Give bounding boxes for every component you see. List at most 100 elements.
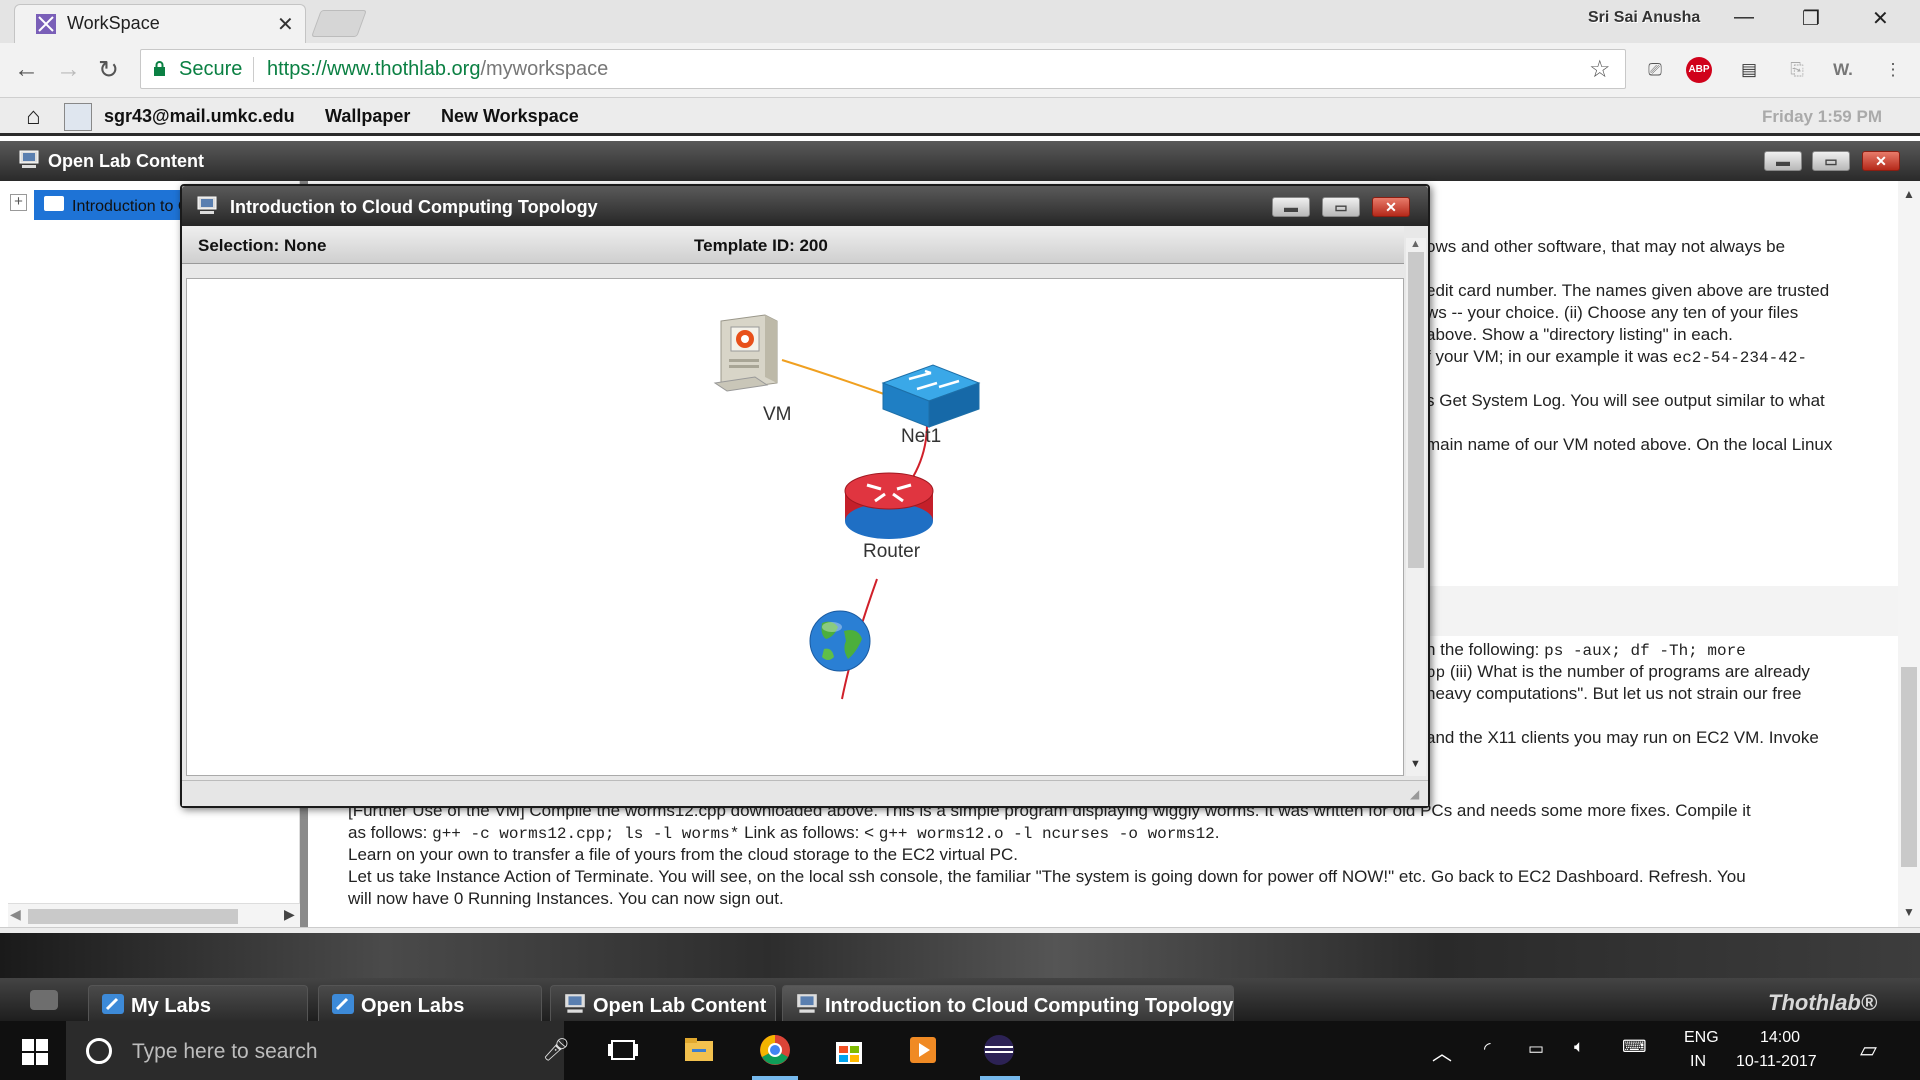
- bookmark-star-icon[interactable]: ☆: [1589, 55, 1611, 84]
- file-explorer-icon[interactable]: [682, 1033, 716, 1067]
- minimize-icon: ▬: [1284, 199, 1298, 215]
- topology-footer: ◢: [182, 780, 1428, 806]
- content-line: will now have 0 Running Instances. You c…: [348, 889, 784, 908]
- network-switch-icon[interactable]: [879, 361, 983, 431]
- taskbar-time[interactable]: 14:00: [1760, 1029, 1800, 1047]
- task-open-lab-content[interactable]: Open Lab Content: [550, 985, 776, 1021]
- menu-icon[interactable]: ⋮: [1878, 55, 1908, 85]
- language-top[interactable]: ENG: [1684, 1029, 1719, 1047]
- avatar[interactable]: [64, 103, 92, 131]
- scroll-thumb[interactable]: [1408, 252, 1424, 568]
- close-window-icon[interactable]: ✕: [1872, 6, 1889, 31]
- scroll-left-icon[interactable]: ◀: [10, 906, 21, 923]
- scroll-down-icon[interactable]: ▼: [1903, 905, 1915, 919]
- scroll-up-icon[interactable]: ▲: [1903, 187, 1915, 201]
- store-icon[interactable]: [832, 1033, 866, 1067]
- content-vertical-scrollbar[interactable]: ▲ ▼: [1898, 181, 1920, 927]
- content-text: f your VM; in our example it was: [1426, 347, 1673, 366]
- content-line: edit card number. The names given above …: [1426, 281, 1830, 300]
- code-block: [1424, 586, 1898, 636]
- wifi-icon[interactable]: ◜: [1484, 1039, 1491, 1059]
- router-icon[interactable]: [841, 469, 937, 545]
- link-vm-net1[interactable]: [781, 359, 885, 395]
- new-workspace-menu[interactable]: New Workspace: [441, 106, 579, 127]
- tree-horizontal-scrollbar[interactable]: ◀ ▶: [8, 903, 300, 927]
- task-my-labs[interactable]: My Labs: [88, 985, 308, 1021]
- language-bottom[interactable]: IN: [1690, 1053, 1706, 1071]
- task-label: My Labs: [131, 995, 212, 1017]
- show-hidden-icons-chevron-icon[interactable]: ︿: [1432, 1037, 1452, 1066]
- topo-maximize-button[interactable]: ▭: [1322, 197, 1360, 217]
- content-text: n the following:: [1426, 640, 1545, 659]
- back-icon[interactable]: ←: [14, 55, 39, 84]
- content-line: ws -- your choice. (ii) Choose any ten o…: [1426, 303, 1799, 322]
- topology-vertical-scrollbar[interactable]: ▲ ▼: [1406, 238, 1426, 776]
- task-topology[interactable]: Introduction to Cloud Computing Topology: [782, 985, 1234, 1021]
- browser-title-bar: WorkSpace ✕ Sri Sai Anusha — ❐ ✕: [0, 0, 1920, 43]
- task-view-icon[interactable]: [606, 1033, 640, 1067]
- volume-icon[interactable]: 🔈︎: [1574, 1037, 1584, 1057]
- internet-globe-icon[interactable]: [808, 609, 872, 673]
- folder-icon: [44, 196, 64, 211]
- adblock-icon[interactable]: ABP: [1686, 57, 1712, 83]
- browser-toolbar: ← → ↻ Secure https://www.thothlab.org/my…: [0, 43, 1920, 98]
- thothlab-start-icon[interactable]: [30, 990, 58, 1010]
- scroll-right-icon[interactable]: ▶: [284, 906, 295, 923]
- open-lab-content-titlebar[interactable]: Open Lab Content ▬ ▭ ✕: [0, 141, 1920, 181]
- selection-status: Selection: None: [198, 236, 327, 255]
- windows-start-icon[interactable]: [22, 1039, 48, 1065]
- computer-window-icon: [19, 150, 39, 168]
- media-player-icon[interactable]: [906, 1033, 940, 1067]
- eclipse-icon[interactable]: [982, 1033, 1016, 1067]
- content-code: g++ worms12.o -l ncurses -o worms12: [878, 825, 1215, 843]
- minimize-window-icon[interactable]: —: [1734, 6, 1754, 29]
- olc-maximize-button[interactable]: ▭: [1812, 151, 1850, 171]
- wallpaper-menu[interactable]: Wallpaper: [325, 106, 410, 127]
- olc-close-button[interactable]: ✕: [1862, 151, 1900, 171]
- notifications-icon[interactable]: ▱: [1860, 1037, 1877, 1063]
- vm-computer-icon[interactable]: [707, 311, 791, 399]
- home-icon[interactable]: ⌂: [26, 103, 41, 131]
- tree-expand-icon[interactable]: +: [10, 194, 27, 211]
- forward-icon[interactable]: →: [56, 55, 81, 84]
- content-line: Let us take Instance Action of Terminate…: [348, 867, 1746, 886]
- profile-name[interactable]: Sri Sai Anusha: [1588, 9, 1700, 27]
- film-icon[interactable]: ▤: [1734, 55, 1764, 85]
- address-bar[interactable]: Secure https://www.thothlab.org/myworksp…: [140, 49, 1626, 89]
- battery-icon[interactable]: ▭: [1528, 1039, 1544, 1059]
- microphone-icon[interactable]: 🎤︎: [542, 1037, 570, 1063]
- reload-icon[interactable]: ↻: [98, 55, 119, 85]
- scroll-thumb[interactable]: [1901, 667, 1917, 867]
- content-line: as follows: g++ -c worms12.cpp; ls -l wo…: [348, 823, 1220, 843]
- new-tab-button[interactable]: [311, 10, 367, 37]
- user-email[interactable]: sgr43@mail.umkc.edu: [104, 106, 295, 127]
- scroll-down-icon[interactable]: ▼: [1410, 758, 1421, 770]
- content-code: ec2-54-234-42-: [1672, 349, 1808, 367]
- pdf-icon[interactable]: ⎘: [1782, 55, 1812, 85]
- taskbar-date[interactable]: 10-11-2017: [1736, 1053, 1817, 1071]
- close-icon: ✕: [1385, 199, 1397, 215]
- cortana-icon: [86, 1038, 112, 1064]
- olc-minimize-button[interactable]: ▬: [1764, 151, 1802, 171]
- topo-minimize-button[interactable]: ▬: [1272, 197, 1310, 217]
- search-placeholder: Type here to search: [132, 1040, 318, 1063]
- workspace-favicon-icon: [36, 14, 56, 34]
- topology-info-bar: Selection: None Template ID: 200: [182, 226, 1404, 264]
- topology-canvas[interactable]: VM Net1 Router: [186, 278, 1404, 776]
- template-id: Template ID: 200: [694, 236, 828, 255]
- scroll-thumb[interactable]: [28, 909, 238, 924]
- browser-tab-workspace[interactable]: WorkSpace ✕: [14, 4, 306, 43]
- taskbar-search-box[interactable]: Type here to search 🎤︎: [66, 1021, 570, 1080]
- resize-grip-icon[interactable]: ◢: [1410, 787, 1419, 801]
- cast-icon[interactable]: ⎚: [1640, 55, 1670, 85]
- tab-close-icon[interactable]: ✕: [277, 12, 294, 37]
- scroll-up-icon[interactable]: ▲: [1410, 238, 1421, 250]
- task-open-labs[interactable]: Open Labs: [318, 985, 542, 1021]
- w-icon[interactable]: W.: [1828, 55, 1858, 85]
- chrome-icon[interactable]: [758, 1033, 792, 1067]
- restore-window-icon[interactable]: ❐: [1802, 6, 1820, 31]
- url-text[interactable]: https://www.thothlab.org/myworkspace: [267, 58, 608, 81]
- topo-close-button[interactable]: ✕: [1372, 197, 1410, 217]
- keyboard-icon[interactable]: ⌨: [1622, 1037, 1647, 1057]
- topology-titlebar[interactable]: Introduction to Cloud Computing Topology…: [182, 186, 1428, 226]
